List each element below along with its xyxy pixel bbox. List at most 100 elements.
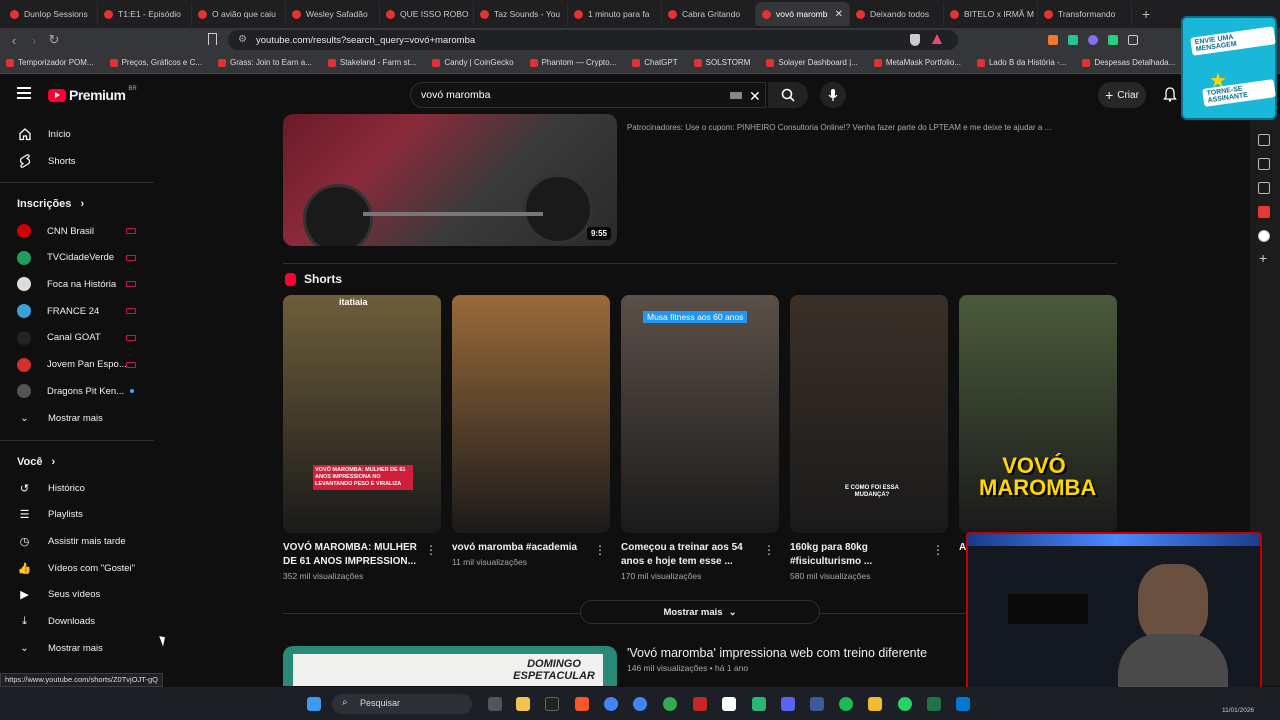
short-title[interactable]: 160kg para 80kg #fisiculturismo ... [790,541,930,569]
app-icon[interactable] [693,697,707,711]
browser-tab[interactable]: Deixando todos [850,2,944,26]
sidebar-item-you[interactable]: ↺ Histórico [0,475,154,501]
subscriptions-show-more[interactable]: ⌄ Mostrar mais [0,405,154,431]
extension-icon-3[interactable] [1088,35,1098,45]
video-thumbnail[interactable]: 9:55 [283,114,617,246]
more-options-icon[interactable]: ⋮ [763,543,775,557]
bookmark-item[interactable]: Solayer Dashboard |... [766,58,858,67]
sidebar-item-home[interactable]: Início [0,121,154,147]
notifications-bell-icon[interactable] [1163,87,1177,102]
browser-tab[interactable]: O avião que caiu [192,2,286,26]
create-button[interactable]: + Criar [1098,82,1146,108]
browser-tab[interactable]: vovó maromb ✕ [756,2,850,26]
search-button[interactable] [768,82,808,108]
bookmark-item[interactable]: Temporizador POM... [6,58,94,67]
bookmark-item[interactable]: SOLSTORM [693,58,750,67]
bookmark-item[interactable]: MetaMask Portfolio... [873,58,961,67]
you-show-more[interactable]: ⌄ Mostrar mais [0,635,154,661]
bookmark-item[interactable]: Grass: Join to Earn a... [218,58,312,67]
short-thumbnail[interactable]: Musa fitness aos 60 anos [621,295,779,533]
notes-icon[interactable] [722,697,736,711]
short-card[interactable]: E COMO FOI ESSA MUDANÇA? 160kg para 80kg … [790,295,948,581]
file-explorer-icon[interactable] [516,697,530,711]
youtube-side-icon[interactable] [1258,206,1270,218]
whatsapp-icon[interactable] [898,697,912,711]
extension-icon-1[interactable] [1048,35,1058,45]
bookmark-item[interactable]: Lado B da História -... [976,58,1066,67]
bookmark-icon[interactable] [208,33,217,45]
side-panel-icon[interactable] [1258,182,1270,194]
forward-icon[interactable]: › [24,33,44,48]
side-panel-icon[interactable] [1258,158,1270,170]
short-card[interactable]: VOVÓ MAROMBA A [959,295,1117,557]
bookmark-item[interactable]: Stakeland - Farm st... [327,58,416,67]
url-bar[interactable]: ⚙ youtube.com/results?search_query=vovó+… [228,30,958,50]
short-title[interactable]: VOVÓ MAROMBA: MULHER DE 61 ANOS IMPRESSI… [283,541,423,569]
binance-icon[interactable] [868,697,882,711]
close-tab-icon[interactable]: ✕ [835,9,843,20]
sidebar-item-you[interactable]: ☰ Playlists [0,502,154,528]
short-title[interactable]: vovó maromba #academia [452,541,592,555]
browser-tab[interactable]: Transformando [1038,2,1132,26]
extension-icon-4[interactable] [1108,35,1118,45]
clear-search-icon[interactable]: ✕ [749,88,761,105]
short-thumbnail[interactable]: E COMO FOI ESSA MUDANÇA? [790,295,948,533]
side-panel-icon[interactable] [1258,230,1270,242]
chrome-icon[interactable] [633,697,647,711]
outlook-icon[interactable] [956,697,970,711]
browser-tab[interactable]: Dunlop Sessions [4,2,98,26]
sidebar-item-shorts[interactable]: Shorts [0,148,154,174]
short-card[interactable]: Musa fitness aos 60 anos Começou a treina… [621,295,779,581]
app-icon[interactable] [752,697,766,711]
video-thumbnail[interactable]: DOMINGO ESPETACULAR [283,646,617,686]
video-title[interactable]: 'Vovó maromba' impressiona web com trein… [627,646,927,660]
chrome-icon[interactable] [663,697,677,711]
chrome-icon[interactable] [604,697,618,711]
app-icon[interactable] [781,697,795,711]
brave-browser-icon[interactable] [575,697,589,711]
show-more-shorts-button[interactable]: Mostrar mais ⌄ [580,600,820,624]
side-panel-icon[interactable] [1258,134,1270,146]
excel-icon[interactable] [927,697,941,711]
add-panel-icon[interactable]: + [1259,250,1267,266]
windows-start-icon[interactable] [307,697,321,711]
browser-tab[interactable]: 1 minuto para fa [568,2,662,26]
extension-icon-2[interactable] [1068,35,1078,45]
reload-icon[interactable]: ↻ [44,32,64,48]
more-options-icon[interactable]: ⋮ [425,543,437,557]
voice-search-button[interactable] [820,82,846,108]
short-thumbnail[interactable]: itatiaia VOVÓ MAROMBA: MULHER DE 61 ANOS … [283,295,441,533]
sidebar-item-you[interactable]: 👍 Vídeos com "Gostei" [0,555,154,581]
extensions-puzzle-icon[interactable] [1128,35,1138,45]
more-options-icon[interactable]: ⋮ [594,543,606,557]
you-heading[interactable]: Você › [17,456,55,468]
keyboard-icon[interactable] [730,92,742,99]
more-options-icon[interactable]: ⋮ [932,543,944,557]
browser-tab[interactable]: Taz Sounds - You [474,2,568,26]
hamburger-menu-icon[interactable] [17,87,31,99]
spotify-icon[interactable] [839,697,853,711]
browser-tab[interactable]: QUE ISSO ROBO [380,2,474,26]
browser-tab[interactable]: Cabra Gritando [662,2,756,26]
subscriptions-heading[interactable]: Inscrições › [17,198,84,210]
task-view-icon[interactable] [488,697,502,711]
browser-tab[interactable]: T1:E1 - Episódio [98,2,192,26]
app-icon[interactable] [810,697,824,711]
sidebar-item-you[interactable]: ⤓ Downloads [0,609,154,635]
short-thumbnail[interactable]: VOVÓ MAROMBA [959,295,1117,533]
brave-rewards-icon[interactable] [932,34,942,44]
short-card[interactable]: itatiaia VOVÓ MAROMBA: MULHER DE 61 ANOS … [283,295,441,581]
back-icon[interactable]: ‹ [4,33,24,48]
taskbar-search[interactable]: ⌕ Pesquisar [332,694,472,714]
site-info-icon[interactable]: ⚙ [238,34,247,45]
short-title[interactable]: Começou a treinar aos 54 anos e hoje tem… [621,541,761,569]
youtube-premium-logo[interactable]: Premium BR [48,86,137,103]
short-card[interactable]: vovó maromba #academia 11 mil visualizaçõ… [452,295,610,567]
browser-tab[interactable]: BITELO x IRMÃ M [944,2,1038,26]
browser-tab[interactable]: Wesley Safadão [286,2,380,26]
search-input[interactable]: vovó maromba [410,82,766,108]
brave-shield-icon[interactable] [910,34,920,46]
bookmark-item[interactable]: Candy | CoinGecko [432,58,514,67]
bookmark-item[interactable]: Preços, Gráficos e C... [109,58,202,67]
terminal-icon[interactable] [545,697,559,711]
